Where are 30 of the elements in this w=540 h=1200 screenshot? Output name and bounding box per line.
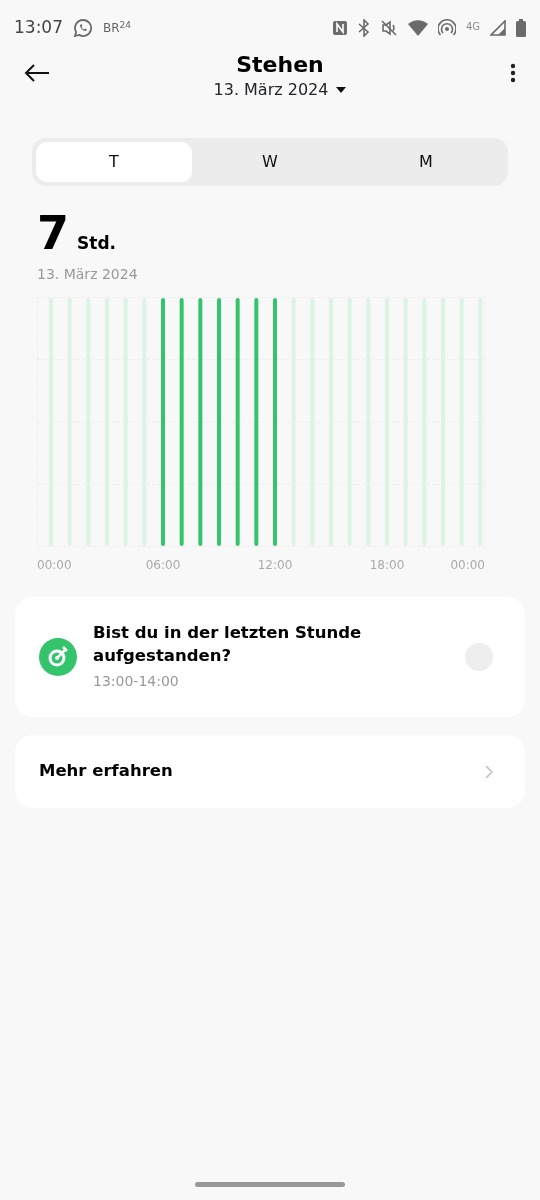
axis-label: 00:00 [37, 557, 72, 574]
network-type: 4G [465, 20, 480, 34]
mute-icon [379, 19, 398, 37]
caret-icon [336, 87, 347, 94]
axis-label: 18:00 [369, 557, 405, 574]
summary-date: 13. März 2024 [37, 265, 139, 284]
target-icon [39, 638, 77, 676]
clock: 13:07 [14, 16, 63, 40]
wifi-icon [407, 20, 428, 36]
learn-more-label: Mehr erfahren [39, 760, 173, 783]
signal-icon [490, 20, 506, 36]
learn-more-row[interactable]: Mehr erfahren [15, 735, 525, 808]
reminder-time: 13:00-14:00 [93, 671, 180, 691]
hours-value: 7 [37, 210, 69, 256]
period-tab[interactable]: W [192, 142, 348, 182]
period-tab[interactable]: T [36, 142, 192, 182]
bluetooth-icon [357, 19, 370, 37]
axis-label: 06:00 [145, 557, 181, 574]
period-tab[interactable]: M [348, 142, 504, 182]
hotspot-icon [437, 19, 456, 37]
date-dropdown[interactable]: 13. März 2024 [213, 78, 347, 103]
nfc-icon [331, 20, 348, 36]
axis-label: 12:00 [257, 557, 293, 574]
hours-unit: Std. [77, 231, 116, 255]
axis-label: 00:00 [450, 557, 485, 574]
chevron-icon [485, 764, 493, 779]
app-logo: BR$^{24}$ [103, 19, 132, 37]
reminder-question: Bist du in der letzten Stunde aufgestanden? [93, 622, 363, 667]
page-title: Stehen [236, 52, 324, 79]
battery-icon [516, 19, 526, 37]
